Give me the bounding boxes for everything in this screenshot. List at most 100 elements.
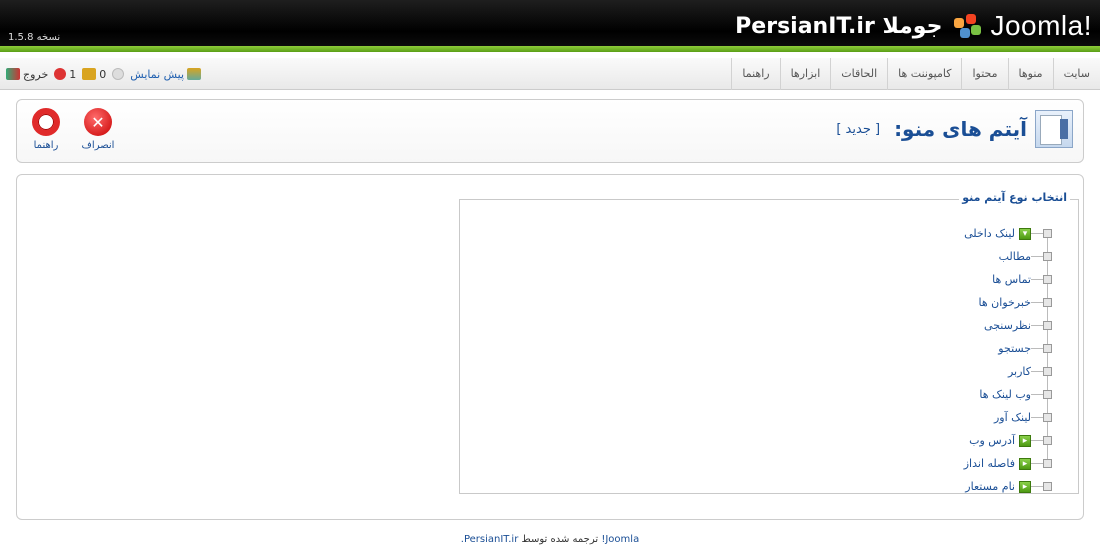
help-label: راهنما	[33, 140, 59, 151]
expand-icon[interactable]: ▸	[1019, 434, 1031, 447]
messages-status[interactable]: 0	[82, 68, 106, 81]
tree-item-label[interactable]: لینک داخلی	[962, 227, 1015, 240]
tree-item[interactable]: تماس ها	[856, 268, 1056, 291]
menubar: سایت منوها محتوا کامپوننت ها الحاقات ابز…	[0, 58, 1100, 90]
tree-branch-line	[1031, 371, 1043, 372]
cancel-label: انصراف	[81, 140, 115, 151]
footer-translated-by: ترجمه شده توسط	[518, 534, 602, 545]
joomla-logo: Joomla!	[952, 10, 1092, 42]
tree-node-icon	[1043, 229, 1052, 238]
menu-extensions[interactable]: الحاقات	[830, 58, 887, 90]
tree-item-label[interactable]: خبرخوان ها	[977, 296, 1031, 309]
users-count: 1	[69, 67, 77, 81]
tree-node-icon	[1043, 367, 1052, 376]
online-users-icon	[54, 68, 67, 80]
tree-item[interactable]: نظرسنجی	[856, 314, 1056, 337]
tree-item[interactable]: وب لینک ها	[856, 383, 1056, 406]
footer: Joomla! ترجمه شده توسط PersianIT.ir.	[0, 534, 1100, 545]
version-label: نسخه 1.5.8	[8, 32, 61, 43]
inbox-icon	[112, 68, 125, 80]
tree-item-label[interactable]: آدرس وب	[967, 434, 1015, 447]
tree-node-icon	[1043, 298, 1052, 307]
joomla-logo-icon	[954, 14, 982, 38]
preview-icon	[187, 68, 202, 80]
cancel-button[interactable]: ✕ انصراف	[79, 108, 117, 151]
page-title: آیتم های منو:	[894, 117, 1027, 141]
tree-item-label[interactable]: نظرسنجی	[982, 319, 1031, 332]
header-green-bar	[0, 46, 1100, 52]
logout-label: خروج	[23, 67, 49, 81]
footer-joomla-link[interactable]: Joomla!	[601, 534, 639, 545]
page-subtitle: [ جدید ]	[836, 121, 881, 137]
tree-item-label[interactable]: لینک آور	[992, 411, 1031, 424]
main-panel: انتخاب نوع آیتم منو ▾ لینک داخلی مطالب تماس…	[16, 174, 1084, 520]
logout-link[interactable]: خروج	[6, 68, 48, 81]
tree-branch-line	[1031, 256, 1043, 257]
tree-item[interactable]: مطالب	[856, 245, 1056, 268]
tree-item[interactable]: ▾ لینک داخلی	[856, 222, 1056, 245]
menu-type-fieldset: انتخاب نوع آیتم منو ▾ لینک داخلی مطالب تماس…	[459, 191, 1079, 494]
main-menu: سایت منوها محتوا کامپوننت ها الحاقات ابز…	[731, 58, 1100, 90]
tree-item[interactable]: خبرخوان ها	[856, 291, 1056, 314]
menu-item-icon	[1035, 110, 1073, 148]
tree-item-label[interactable]: جستجو	[996, 342, 1031, 355]
tree-branch-line	[1031, 463, 1043, 464]
page-header: آیتم های منو: [ جدید ]	[836, 110, 1073, 148]
fieldset-legend: انتخاب نوع آیتم منو	[959, 191, 1070, 204]
tree-branch-line	[1031, 417, 1043, 418]
tree-item[interactable]: جستجو	[856, 337, 1056, 360]
tree-branch-line	[1031, 325, 1043, 326]
logout-icon	[6, 68, 20, 80]
preview-label: پیش نمایش	[130, 67, 185, 81]
tree-item-label[interactable]: کاربر	[1006, 365, 1031, 378]
footer-site-link[interactable]: PersianIT.ir.	[461, 534, 519, 545]
menu-components[interactable]: کامپوننت ها	[887, 58, 961, 90]
tree-node-icon	[1043, 482, 1052, 491]
tree-node-icon	[1043, 275, 1052, 284]
joomla-logo-text: Joomla!	[990, 10, 1092, 41]
tree-node-icon	[1043, 390, 1052, 399]
cancel-icon: ✕	[84, 108, 112, 136]
status-area: خروج 1 0 پیش نمایش	[6, 58, 202, 90]
tree-branch-line	[1031, 279, 1043, 280]
tree-item[interactable]: ▸ نام مستعار	[856, 475, 1056, 498]
tree-item[interactable]: ▸ آدرس وب	[856, 429, 1056, 452]
tree-item-label[interactable]: نام مستعار	[963, 480, 1015, 493]
tree-item-label[interactable]: تماس ها	[990, 273, 1031, 286]
tree-branch-line	[1031, 440, 1043, 441]
tree-node-icon	[1043, 252, 1052, 261]
tree-item-label[interactable]: وب لینک ها	[977, 388, 1031, 401]
tree-node-icon	[1043, 436, 1052, 445]
tree-item[interactable]: لینک آور	[856, 406, 1056, 429]
tree-node-icon	[1043, 459, 1052, 468]
tree-item[interactable]: کاربر	[856, 360, 1056, 383]
expand-icon[interactable]: ▸	[1019, 457, 1031, 470]
tree-branch-line	[1031, 233, 1043, 234]
help-button[interactable]: راهنما	[27, 108, 65, 151]
messages-count: 0	[99, 67, 107, 81]
menu-type-tree: ▾ لینک داخلی مطالب تماس ها خبرخوان ها نظرسنجی…	[856, 222, 1056, 498]
toolbar-panel: آیتم های منو: [ جدید ] راهنما ✕ انصراف	[16, 99, 1084, 163]
menu-site[interactable]: سایت	[1052, 58, 1100, 90]
tree-branch-line	[1031, 394, 1043, 395]
tree-node-icon	[1043, 344, 1052, 353]
tree-branch-line	[1031, 348, 1043, 349]
tree-item-label[interactable]: مطالب	[997, 250, 1031, 263]
tree-item[interactable]: ▸ فاصله انداز	[856, 452, 1056, 475]
expand-icon[interactable]: ▸	[1019, 480, 1031, 493]
menu-help[interactable]: راهنما	[731, 58, 779, 90]
menu-menus[interactable]: منوها	[1007, 58, 1053, 90]
preview-link[interactable]: پیش نمایش	[130, 67, 202, 81]
lifebuoy-icon	[32, 108, 60, 136]
tree-item-label[interactable]: فاصله انداز	[962, 457, 1015, 470]
brand-title: PersianIT.ir جوملا	[735, 13, 943, 39]
tree-branch-line	[1031, 302, 1043, 303]
tree-node-icon	[1043, 413, 1052, 422]
expand-icon[interactable]: ▾	[1019, 227, 1031, 240]
users-status[interactable]: 1	[54, 68, 76, 81]
admin-header: نسخه 1.5.8 PersianIT.ir جوملا Joomla!	[0, 0, 1100, 52]
menu-tools[interactable]: ابزارها	[779, 58, 831, 90]
tree-node-icon	[1043, 321, 1052, 330]
menu-content[interactable]: محتوا	[961, 58, 1007, 90]
tree-branch-line	[1031, 486, 1043, 487]
